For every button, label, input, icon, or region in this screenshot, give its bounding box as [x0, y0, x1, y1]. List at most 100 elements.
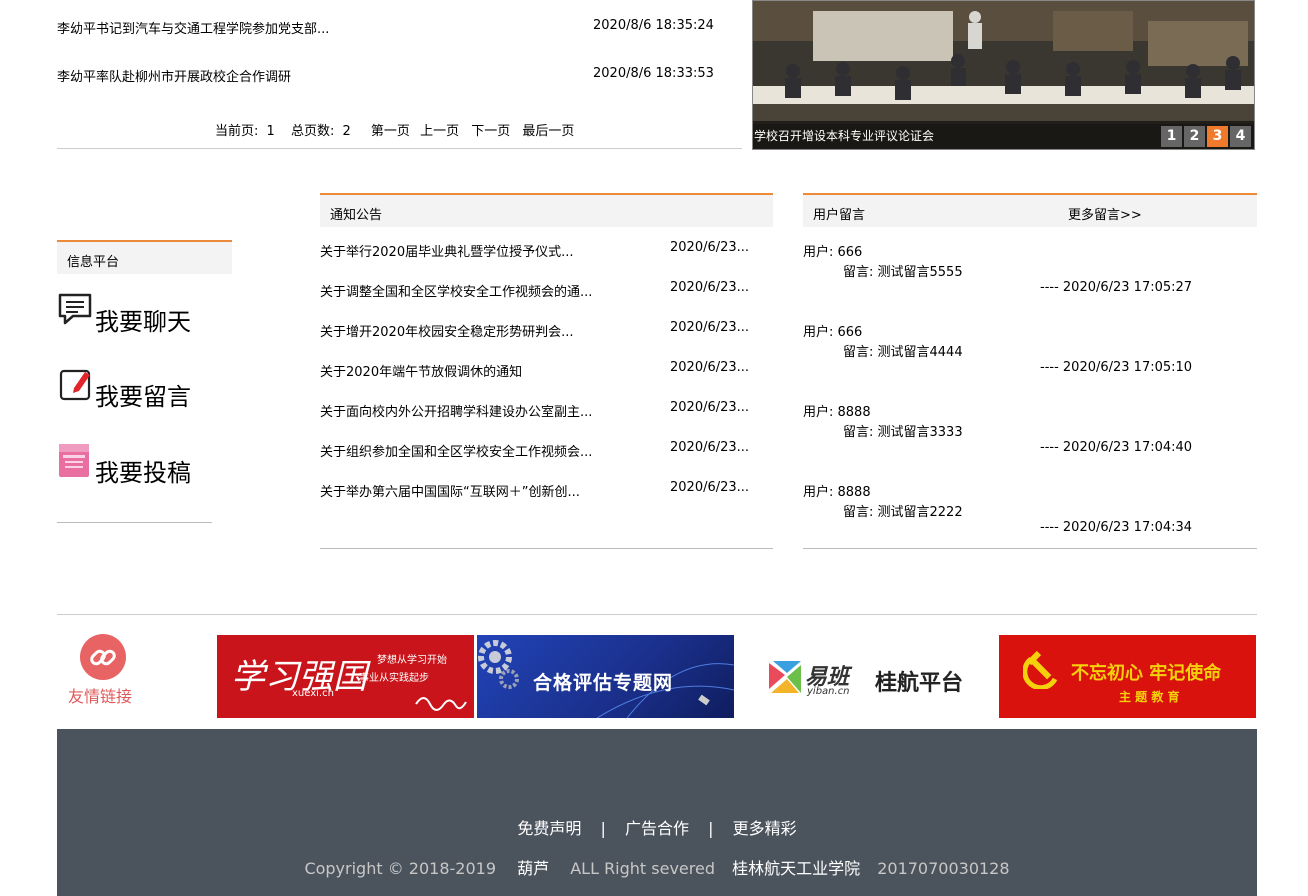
- friend-links-label: 友情链接: [68, 687, 133, 706]
- notice-item[interactable]: 关于面向校内外公开招聘学科建设办公室副主... 2020/6/23...: [320, 400, 770, 421]
- slide-dot-2[interactable]: 2: [1184, 126, 1205, 147]
- first-page-link[interactable]: 第一页: [371, 120, 410, 139]
- notice-title[interactable]: 关于举办第六届中国国际“互联网＋”创新创...: [320, 481, 580, 500]
- footer-separator: |: [708, 819, 714, 838]
- current-page-label: 当前页:: [215, 124, 259, 139]
- notice-title[interactable]: 关于举行2020届毕业典礼暨学位授予仪式...: [320, 241, 573, 260]
- signature-graphic: [415, 697, 467, 711]
- message-item: 用户: 8888 留言: 测试留言2222 ---- 2020/6/23 17:…: [803, 481, 1253, 541]
- news-title[interactable]: 李幼平率队赴柳州市开展政校企合作调研: [57, 66, 291, 85]
- message-date: ---- 2020/6/23 17:05:10: [1040, 360, 1193, 375]
- divider: [57, 522, 212, 523]
- copyright-school: 桂林航天工业学院: [732, 859, 861, 878]
- message-content: 留言: 测试留言5555: [843, 265, 963, 280]
- divider: [803, 548, 1257, 549]
- prev-page-link[interactable]: 上一页: [420, 120, 459, 139]
- slide-dot-4[interactable]: 4: [1230, 126, 1251, 147]
- slide-dot-3[interactable]: 3: [1207, 126, 1228, 147]
- notice-date: 2020/6/23...: [670, 480, 750, 495]
- xuexi-banner-line2: 事业从实践起步: [359, 673, 429, 684]
- copyright-icp: 2017070030128: [877, 859, 1010, 878]
- divider: [57, 148, 742, 149]
- message-date: ---- 2020/6/23 17:04:40: [1040, 440, 1193, 455]
- xuexi-banner[interactable]: 学习强国 xuexi.cn 梦想从学习开始 事业从实践起步: [217, 635, 474, 718]
- notice-item[interactable]: 关于组织参加全国和全区学校安全工作视频会... 2020/6/23...: [320, 440, 770, 461]
- current-page-value: 1: [266, 124, 275, 139]
- yiban-banner[interactable]: 易班 yiban.cn 桂航平台: [737, 635, 994, 718]
- submit-article-link[interactable]: 我要投稿: [57, 443, 217, 487]
- assessment-banner-text: 合格评估专题网: [533, 672, 674, 694]
- yiban-logo-icon: [769, 661, 801, 693]
- platform-title: 信息平台: [67, 255, 120, 270]
- message-item: 用户: 8888 留言: 测试留言3333 ---- 2020/6/23 17:…: [803, 401, 1253, 461]
- next-page-link[interactable]: 下一页: [471, 120, 510, 139]
- advertising-link[interactable]: 广告合作: [625, 819, 689, 838]
- notice-date: 2020/6/23...: [670, 240, 750, 255]
- footer: 免费声明 | 广告合作 | 更多精彩 Copyright © 2018-2019…: [57, 729, 1257, 896]
- edit-icon: [59, 369, 91, 401]
- platform-header: 信息平台: [57, 240, 232, 274]
- message-date: ---- 2020/6/23 17:05:27: [1040, 280, 1193, 295]
- yiban-site: yiban.cn: [807, 686, 850, 697]
- divider: [320, 548, 773, 549]
- notice-item[interactable]: 关于增开2020年校园安全稳定形势研判会... 2020/6/23...: [320, 320, 770, 341]
- chat-icon: [58, 293, 92, 325]
- slide-caption[interactable]: 学校召开增设本科专业评议论证会: [754, 127, 934, 144]
- news-item[interactable]: 李幼平书记到汽车与交通工程学院参加党支部... 2020/8/6 18:35:2…: [57, 18, 714, 38]
- message-item: 用户: 666 留言: 测试留言5555 ---- 2020/6/23 17:0…: [803, 241, 1253, 301]
- submit-article-label[interactable]: 我要投稿: [95, 453, 191, 488]
- notice-title[interactable]: 关于组织参加全国和全区学校安全工作视频会...: [320, 441, 592, 460]
- chat-link[interactable]: 我要聊天: [57, 292, 217, 336]
- more-link[interactable]: 更多精彩: [733, 819, 797, 838]
- news-date: 2020/8/6 18:33:53: [593, 66, 714, 81]
- submit-book-icon: [59, 444, 89, 477]
- notice-item[interactable]: 关于举办第六届中国国际“互联网＋”创新创... 2020/6/23...: [320, 480, 770, 501]
- notice-title[interactable]: 关于增开2020年校园安全稳定形势研判会...: [320, 321, 573, 340]
- party-banner[interactable]: 不忘初心 牢记使命 主 题 教 育: [999, 635, 1256, 718]
- slide-dot-1[interactable]: 1: [1161, 126, 1182, 147]
- leave-message-label[interactable]: 我要留言: [95, 377, 191, 412]
- messages-header: 用户留言 更多留言>>: [803, 193, 1257, 227]
- last-page-link[interactable]: 最后一页: [522, 120, 574, 139]
- footer-separator: |: [600, 819, 606, 838]
- notice-title[interactable]: 关于调整全国和全区学校安全工作视频会的通...: [320, 281, 592, 300]
- xuexi-banner-line1: 梦想从学习开始: [377, 655, 447, 666]
- message-user: 用户: 8888: [803, 405, 871, 420]
- image-slider[interactable]: 学校召开增设本科专业评议论证会 1 2 3 4: [752, 0, 1255, 150]
- message-content: 留言: 测试留言2222: [843, 505, 963, 520]
- message-content: 留言: 测试留言4444: [843, 345, 963, 360]
- notice-title[interactable]: 关于2020年端午节放假调休的通知: [320, 361, 522, 380]
- disclaimer-link[interactable]: 免费声明: [517, 819, 581, 838]
- message-content: 留言: 测试留言3333: [843, 425, 963, 440]
- footer-links: 免费声明 | 广告合作 | 更多精彩: [57, 815, 1257, 839]
- party-banner-line2: 主 题 教 育: [1119, 690, 1180, 704]
- divider: [57, 614, 1257, 615]
- copyright-text: Copyright © 2018-2019: [304, 859, 496, 878]
- hammer-sickle-icon: [1023, 650, 1058, 689]
- notice-date: 2020/6/23...: [670, 360, 750, 375]
- copyright-author: 葫芦: [517, 859, 550, 878]
- copyright-line: Copyright © 2018-2019 葫芦 ALL Right sever…: [57, 855, 1257, 879]
- chat-label[interactable]: 我要聊天: [95, 302, 191, 337]
- news-item[interactable]: 李幼平率队赴柳州市开展政校企合作调研 2020/8/6 18:33:53: [57, 66, 714, 86]
- assessment-banner[interactable]: 合格评估专题网: [477, 635, 734, 718]
- notice-date: 2020/6/23...: [670, 280, 750, 295]
- leave-message-link[interactable]: 我要留言: [57, 367, 217, 411]
- message-user: 用户: 666: [803, 325, 863, 340]
- notices-header: 通知公告: [320, 193, 773, 227]
- notice-item[interactable]: 关于举行2020届毕业典礼暨学位授予仪式... 2020/6/23...: [320, 240, 770, 261]
- notice-item[interactable]: 关于2020年端午节放假调休的通知 2020/6/23...: [320, 360, 770, 381]
- notice-item[interactable]: 关于调整全国和全区学校安全工作视频会的通... 2020/6/23...: [320, 280, 770, 301]
- link-icon: [80, 634, 126, 680]
- message-item: 用户: 666 留言: 测试留言4444 ---- 2020/6/23 17:0…: [803, 321, 1253, 381]
- total-pages-value: 2: [342, 124, 351, 139]
- party-banner-line1: 不忘初心 牢记使命: [1071, 663, 1222, 684]
- message-date: ---- 2020/6/23 17:04:34: [1040, 520, 1193, 535]
- total-pages-label: 总页数:: [290, 124, 335, 139]
- notice-date: 2020/6/23...: [670, 400, 750, 415]
- news-title[interactable]: 李幼平书记到汽车与交通工程学院参加党支部...: [57, 18, 329, 37]
- copyright-rights: ALL Right severed: [570, 859, 715, 878]
- notice-title[interactable]: 关于面向校内外公开招聘学科建设办公室副主...: [320, 401, 592, 420]
- notice-date: 2020/6/23...: [670, 440, 750, 455]
- more-messages-link[interactable]: 更多留言>>: [1068, 204, 1142, 223]
